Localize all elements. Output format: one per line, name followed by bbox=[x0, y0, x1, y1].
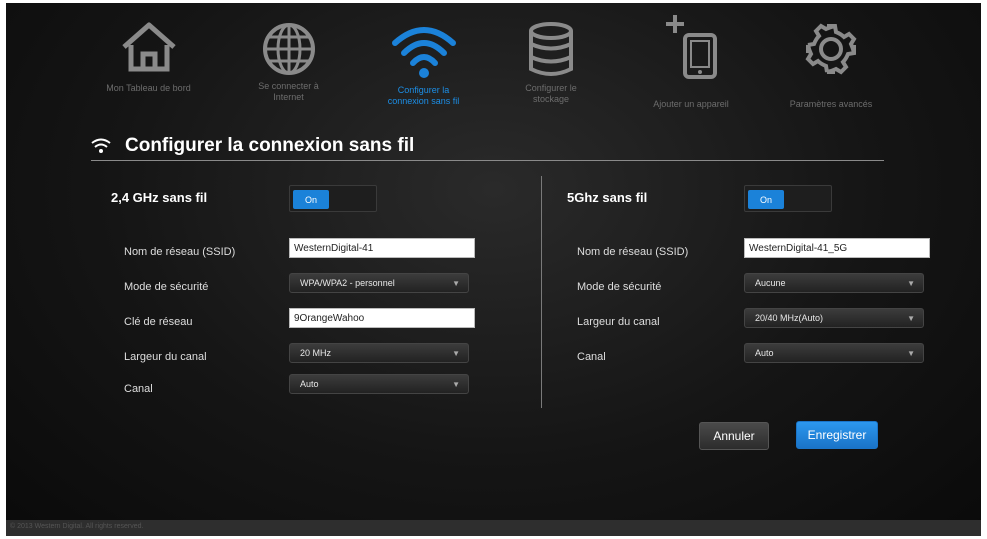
nav-item-dashboard[interactable]: Mon Tableau de bord bbox=[86, 3, 211, 118]
section-divider bbox=[541, 176, 542, 408]
ssid-input-5[interactable] bbox=[744, 238, 930, 258]
chevron-down-icon: ▼ bbox=[452, 380, 460, 389]
nav-label: Ajouter un appareil bbox=[653, 99, 729, 109]
network-key-input-24[interactable] bbox=[289, 308, 475, 328]
select-value: Aucune bbox=[755, 278, 786, 288]
width-label-5: Largeur du canal bbox=[577, 316, 660, 328]
save-button[interactable]: Enregistrer bbox=[796, 421, 878, 449]
page-header: Configurer la connexion sans fil bbox=[91, 131, 414, 161]
title-divider bbox=[91, 160, 884, 161]
chevron-down-icon: ▼ bbox=[907, 279, 915, 288]
toggle-on-label: On bbox=[293, 190, 329, 209]
router-config-app: Mon Tableau de bord Se connecter à Inter… bbox=[6, 3, 981, 536]
channel-width-select-5[interactable]: 20/40 MHz(Auto) ▼ bbox=[744, 308, 924, 328]
nav-label: Paramètres avancés bbox=[789, 99, 873, 109]
nav-label: Se connecter à Internet bbox=[258, 81, 319, 102]
channel-select-5[interactable]: Auto ▼ bbox=[744, 343, 924, 363]
section-title-5ghz: 5Ghz sans fil bbox=[567, 190, 648, 205]
storage-icon bbox=[529, 22, 573, 76]
key-label-24: Clé de réseau bbox=[124, 316, 193, 328]
select-value: Auto bbox=[300, 379, 319, 389]
select-value: WPA/WPA2 - personnel bbox=[300, 278, 395, 288]
channel-label-5: Canal bbox=[577, 351, 606, 363]
chevron-down-icon: ▼ bbox=[907, 314, 915, 323]
channel-label-24: Canal bbox=[124, 383, 153, 395]
ssid-input-24[interactable] bbox=[289, 238, 475, 258]
add-device-icon bbox=[666, 15, 717, 79]
toggle-24ghz[interactable]: On bbox=[289, 185, 377, 212]
nav-item-wireless[interactable]: Configurer la connexion sans fil bbox=[361, 3, 486, 118]
globe-icon bbox=[262, 23, 315, 75]
security-select-24[interactable]: WPA/WPA2 - personnel ▼ bbox=[289, 273, 469, 293]
nav-item-storage[interactable]: Configurer le stockage bbox=[501, 3, 601, 118]
security-select-5[interactable]: Aucune ▼ bbox=[744, 273, 924, 293]
nav-label: Configurer le stockage bbox=[525, 83, 577, 104]
home-icon bbox=[121, 22, 176, 72]
section-title-24ghz: 2,4 GHz sans fil bbox=[111, 190, 208, 205]
wifi-icon bbox=[91, 138, 111, 153]
main-nav: Mon Tableau de bord Se connecter à Inter… bbox=[6, 3, 981, 118]
width-label-24: Largeur du canal bbox=[124, 351, 207, 363]
nav-label: Configurer la connexion sans fil bbox=[387, 85, 460, 106]
chevron-down-icon: ▼ bbox=[907, 349, 915, 358]
ssid-label-5: Nom de réseau (SSID) bbox=[577, 246, 689, 258]
toggle-5ghz[interactable]: On bbox=[744, 185, 832, 212]
ssid-label-24: Nom de réseau (SSID) bbox=[124, 246, 236, 258]
select-value: 20 MHz bbox=[300, 348, 332, 358]
channel-select-24[interactable]: Auto ▼ bbox=[289, 374, 469, 394]
gear-icon bbox=[805, 23, 857, 75]
wifi-icon bbox=[391, 27, 456, 78]
nav-item-advanced[interactable]: Paramètres avancés bbox=[766, 3, 896, 118]
select-value: 20/40 MHz(Auto) bbox=[755, 313, 824, 323]
footer: © 2013 Western Digital. All rights reser… bbox=[6, 520, 981, 536]
nav-item-add-device[interactable]: Ajouter un appareil bbox=[631, 3, 751, 118]
security-label-24: Mode de sécurité bbox=[124, 281, 209, 293]
nav-item-internet[interactable]: Se connecter à Internet bbox=[231, 3, 346, 118]
select-value: Auto bbox=[755, 348, 774, 358]
nav-label: Mon Tableau de bord bbox=[106, 83, 191, 93]
cancel-button[interactable]: Annuler bbox=[699, 422, 769, 450]
page-title: Configurer la connexion sans fil bbox=[125, 135, 415, 156]
channel-width-select-24[interactable]: 20 MHz ▼ bbox=[289, 343, 469, 363]
toggle-on-label: On bbox=[748, 190, 784, 209]
security-label-5: Mode de sécurité bbox=[577, 281, 662, 293]
chevron-down-icon: ▼ bbox=[452, 349, 460, 358]
copyright-text: © 2013 Western Digital. All rights reser… bbox=[10, 523, 144, 530]
chevron-down-icon: ▼ bbox=[452, 279, 460, 288]
